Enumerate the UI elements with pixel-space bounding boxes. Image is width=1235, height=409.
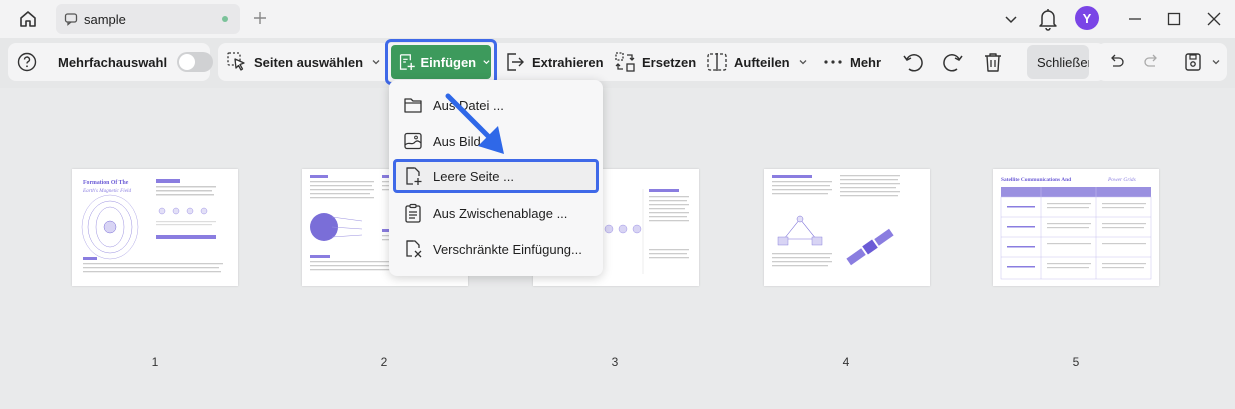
clipboard-icon: [405, 203, 421, 223]
page-number-5: 5: [1072, 355, 1080, 369]
title-bar: sample Y: [0, 0, 1235, 38]
save-button[interactable]: [1183, 43, 1221, 81]
page-5-preview: Satellite Communications And Power Grids: [1000, 177, 1152, 280]
chevron-down-icon: [799, 60, 807, 65]
select-pages-label: Seiten auswählen: [254, 54, 364, 70]
rotate-left-icon: [903, 54, 923, 72]
page-thumbnail-5[interactable]: Satellite Communications And Power Grids: [993, 169, 1159, 286]
image-icon: [404, 132, 422, 150]
select-pages-button[interactable]: Seiten auswählen: [226, 43, 381, 81]
extract-icon: [507, 53, 524, 71]
chevron-down-icon: [1212, 60, 1220, 65]
bell-icon[interactable]: [1037, 7, 1059, 31]
insert-label: Einfügen: [420, 54, 477, 70]
help-icon: [17, 52, 37, 72]
replace-label: Ersetzen: [642, 54, 697, 70]
split-button[interactable]: Aufteilen: [706, 43, 808, 81]
save-icon: [1185, 53, 1201, 71]
more-label: Mehr: [850, 54, 882, 70]
menu-item-interleave[interactable]: Verschränkte Einfügung...: [393, 232, 599, 266]
undo-button[interactable]: [1107, 43, 1125, 81]
chevron-down-icon[interactable]: [1003, 11, 1019, 27]
extract-button[interactable]: Extrahieren: [504, 43, 604, 81]
menu-item-label: Leere Seite ...: [433, 168, 514, 184]
more-button[interactable]: Mehr: [822, 43, 881, 81]
home-icon: [20, 11, 36, 27]
menu-item-from-clipboard[interactable]: Aus Zwischenablage ...: [393, 196, 599, 230]
insert-button-highlight: Einfügen: [385, 39, 497, 85]
home-button[interactable]: [14, 6, 42, 32]
new-tab-button[interactable]: [250, 8, 270, 28]
page-1-preview: Formation Of The Earth's Magnetic Field: [81, 179, 223, 273]
split-label: Aufteilen: [734, 54, 790, 70]
page-4-preview: [772, 175, 900, 267]
minimize-icon: [1129, 18, 1141, 20]
annotation-arrow: [445, 93, 504, 154]
page-thumbnail-1[interactable]: Formation Of The Earth's Magnetic Field: [72, 169, 238, 286]
unsaved-dot: [222, 16, 228, 22]
help-button[interactable]: [16, 43, 38, 81]
trash-icon: [985, 53, 1001, 72]
rotate-left-button[interactable]: [901, 43, 925, 81]
page-1-title: Formation Of The: [83, 180, 129, 186]
replace-icon: [615, 52, 635, 72]
more-dots-icon: [824, 60, 842, 64]
multi-select-toggle[interactable]: Mehrfachauswahl: [58, 43, 214, 81]
rotate-right-icon: [943, 54, 963, 72]
page-number-2: 2: [380, 355, 388, 369]
blank-page-icon: [406, 167, 422, 185]
cursor-select-icon: [227, 52, 245, 71]
toolbar-group-right: [1097, 43, 1227, 81]
multi-select-label: Mehrfachauswahl: [58, 54, 168, 70]
page-number-3: 3: [611, 355, 619, 369]
menu-item-label: Verschränkte Einfügung...: [433, 241, 582, 257]
close-window-button[interactable]: [1203, 8, 1225, 30]
rotate-right-button[interactable]: [941, 43, 965, 81]
redo-icon: [1144, 54, 1157, 67]
plus-icon: [254, 12, 266, 24]
undo-icon: [1111, 54, 1124, 67]
chevron-down-icon: [483, 60, 490, 65]
document-tab[interactable]: sample: [56, 4, 240, 34]
page-number-4: 4: [842, 355, 850, 369]
extract-label: Extrahieren: [532, 54, 604, 70]
split-icon: [707, 53, 727, 71]
close-button[interactable]: Schließen: [1027, 45, 1089, 79]
toolbar-group-main: Seiten auswählen Extrahieren Ersetzen Au…: [218, 43, 1105, 81]
page-number-1: 1: [151, 355, 159, 369]
page-thumbnail-4[interactable]: [764, 169, 930, 286]
interleave-icon: [406, 240, 422, 258]
page-5-subtitle: Power Grids: [1107, 177, 1136, 183]
close-icon: [1207, 12, 1221, 26]
insert-button[interactable]: Einfügen: [391, 45, 491, 79]
redo-button[interactable]: [1143, 43, 1161, 81]
chevron-down-icon: [372, 60, 380, 65]
delete-button[interactable]: [982, 43, 1004, 81]
page-1-subtitle: Earth's Magnetic Field: [82, 188, 131, 194]
folder-icon: [404, 98, 422, 113]
maximize-icon: [1167, 12, 1181, 26]
tab-title: sample: [84, 11, 126, 27]
toggle-switch[interactable]: [177, 52, 214, 72]
menu-item-label: Aus Zwischenablage ...: [433, 205, 568, 221]
replace-button[interactable]: Ersetzen: [614, 43, 696, 81]
page-5-title: Satellite Communications And: [1001, 177, 1071, 183]
toolbar-group-left: Mehrfachauswahl: [8, 43, 214, 81]
avatar[interactable]: Y: [1075, 6, 1099, 30]
maximize-button[interactable]: [1163, 8, 1185, 30]
insert-page-icon: [399, 54, 415, 70]
minimize-button[interactable]: [1124, 8, 1146, 30]
chat-icon: [64, 13, 78, 26]
